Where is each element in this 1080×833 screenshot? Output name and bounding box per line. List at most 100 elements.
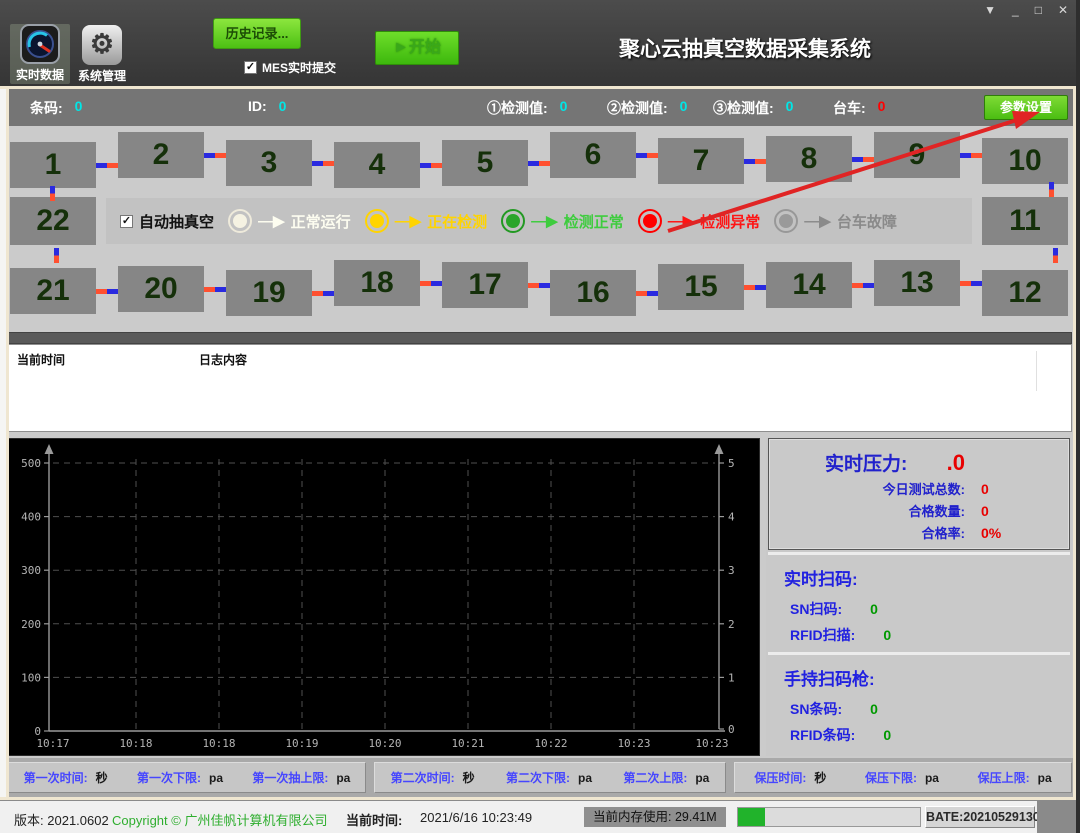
- param-value: pa: [925, 771, 939, 785]
- station-box[interactable]: 12: [982, 270, 1068, 316]
- station-box[interactable]: 15: [658, 264, 744, 310]
- station-box[interactable]: 5: [442, 140, 528, 186]
- close-icon[interactable]: ✕: [1058, 3, 1068, 17]
- legend-arrow: —▶: [395, 212, 422, 230]
- minimize-icon[interactable]: _: [1012, 3, 1019, 17]
- y-right-tick: 2: [728, 618, 735, 631]
- check2-value: 0: [680, 98, 688, 118]
- param-group-hold: 保压时间:秒 保压下限:pa 保压上限:pa: [734, 762, 1072, 793]
- stat-value: 0%: [981, 525, 1007, 541]
- y-left-tick: 400: [21, 511, 41, 524]
- log-list[interactable]: 当前时间 日志内容: [8, 344, 1072, 432]
- rfid-barcode-row: RFID条码: 0: [768, 722, 1070, 748]
- x-tick: 10:23: [617, 737, 650, 750]
- param-label: 第二次下限:: [506, 771, 570, 785]
- rfid-barcode-label: RFID条码:: [790, 725, 855, 745]
- station-box[interactable]: 16: [550, 270, 636, 316]
- auto-vacuum-checkbox[interactable]: ✓ 自动抽真空: [120, 211, 214, 232]
- start-button[interactable]: ►开始: [375, 31, 459, 65]
- station-box[interactable]: 4: [334, 142, 420, 188]
- check2-label: ②检测值:: [607, 98, 668, 118]
- station-box[interactable]: 19: [226, 270, 312, 316]
- maximize-icon[interactable]: □: [1035, 3, 1042, 17]
- params-bar: 第一次时间:秒 第一次下限:pa 第一次抽上限:pa 第二次时间:秒 第二次下限…: [0, 758, 1080, 797]
- station-box[interactable]: 18: [334, 260, 420, 306]
- station-box[interactable]: 13: [874, 260, 960, 306]
- station-box[interactable]: 2: [118, 132, 204, 178]
- check3-value: 0: [786, 98, 794, 118]
- axis-arrow-left: [45, 444, 54, 454]
- log-column-time: 当前时间: [17, 351, 199, 368]
- id-value: 0: [279, 98, 287, 114]
- check1-label: ①检测值:: [487, 98, 548, 118]
- station-box[interactable]: 8: [766, 136, 852, 182]
- tab-system-management[interactable]: ⚙ 系统管理: [72, 24, 132, 84]
- legend-label: 正在检测: [427, 211, 487, 232]
- x-tick: 10:21: [451, 737, 484, 750]
- station-row-middle: 22 ✓ 自动抽真空 —▶ 正常运行 —▶ 正在检测: [10, 196, 1068, 246]
- station-box[interactable]: 3: [226, 140, 312, 186]
- window-border-bottom: [0, 797, 1080, 800]
- handheld-scanner-section: 手持扫码枪: SN条码: 0 RFID条码: 0: [768, 652, 1070, 756]
- tab-realtime-data[interactable]: 实时数据: [10, 24, 70, 84]
- mes-checkbox-label: MES实时提交: [262, 59, 336, 76]
- station-connector: [50, 186, 55, 201]
- legend-label: 检测正常: [564, 211, 624, 232]
- station-box[interactable]: 17: [442, 262, 528, 308]
- legend-cart-fault: —▶ 台车故障: [774, 209, 897, 233]
- param-label: 保压时间:: [754, 771, 806, 785]
- stat-label: 合格数量:: [909, 501, 965, 520]
- station-connector: [54, 248, 59, 263]
- h-gridlines: [53, 463, 715, 677]
- station-box[interactable]: 20: [118, 266, 204, 312]
- progress-bar: [737, 807, 921, 827]
- y-left-tick: 500: [21, 457, 41, 470]
- pressure-chart: 500 400 300 200 100 0 5 4 3 2 1 0 10:17 …: [8, 438, 760, 756]
- pressure-value: .0: [947, 450, 965, 475]
- rfid-scan-row: RFID扫描: 0: [768, 622, 1070, 648]
- copyright-text: Copyright © 广州佳帆计算机有限公司: [112, 810, 327, 829]
- station-box[interactable]: 1: [10, 142, 96, 188]
- check2-field: ②检测值: 0: [607, 98, 687, 118]
- y-left-tick: 200: [21, 618, 41, 631]
- station-box[interactable]: 14: [766, 262, 852, 308]
- bate-button[interactable]: BATE:202105291307: [925, 806, 1035, 828]
- axis-arrow-right: [715, 444, 724, 454]
- y-right-tick: 3: [728, 564, 735, 577]
- stat-pass-rate: 合格率: 0%: [769, 520, 1069, 542]
- station-box[interactable]: 9: [874, 132, 960, 178]
- sn-scan-row: SN扫码: 0: [768, 596, 1070, 622]
- settings-button[interactable]: 参数设置: [984, 95, 1068, 120]
- current-time-label: 当前时间:: [346, 810, 402, 829]
- realtime-pressure: 实时压力: .0: [769, 439, 1069, 476]
- legend-label: 正常运行: [291, 211, 351, 232]
- log-panel-header-bar: [8, 332, 1072, 344]
- mes-submit-checkbox[interactable]: ✓ MES实时提交: [244, 59, 336, 76]
- legend-normal-running: —▶ 正常运行: [228, 209, 351, 233]
- history-button[interactable]: 历史记录...: [213, 18, 301, 49]
- param-label: 保压下限:: [865, 771, 917, 785]
- axis-ticks: [44, 463, 724, 731]
- station-box[interactable]: 6: [550, 132, 636, 178]
- param-value: pa: [1038, 771, 1052, 785]
- x-tick: 10:20: [368, 737, 401, 750]
- checkbox-check-icon: ✓: [120, 215, 133, 228]
- gear-icon: ⚙: [82, 25, 122, 65]
- station-box[interactable]: 7: [658, 138, 744, 184]
- station-box[interactable]: 10: [982, 138, 1068, 184]
- chart-axes: [49, 451, 725, 731]
- info-bar: 条码: 0 ID: 0 ①检测值: 0 ②检测值: 0 ③检测值: 0 台车: …: [0, 89, 1080, 126]
- check3-field: ③检测值: 0: [713, 98, 793, 118]
- log-header-row: 当前时间 日志内容: [9, 345, 1071, 368]
- station-box-22[interactable]: 22: [10, 197, 96, 245]
- menu-icon[interactable]: ▼: [984, 3, 996, 17]
- station-box[interactable]: 21: [10, 268, 96, 314]
- check1-field: ①检测值: 0: [487, 98, 567, 118]
- y-right-tick: 4: [728, 511, 735, 524]
- station-box-11[interactable]: 11: [982, 197, 1068, 245]
- window-controls: ▼ _ □ ✕: [984, 3, 1068, 17]
- check3-label: ③检测值:: [713, 98, 774, 118]
- status-circle-red-icon: [638, 209, 662, 233]
- param-value: pa: [336, 771, 350, 785]
- y-right-tick: 0: [728, 723, 735, 736]
